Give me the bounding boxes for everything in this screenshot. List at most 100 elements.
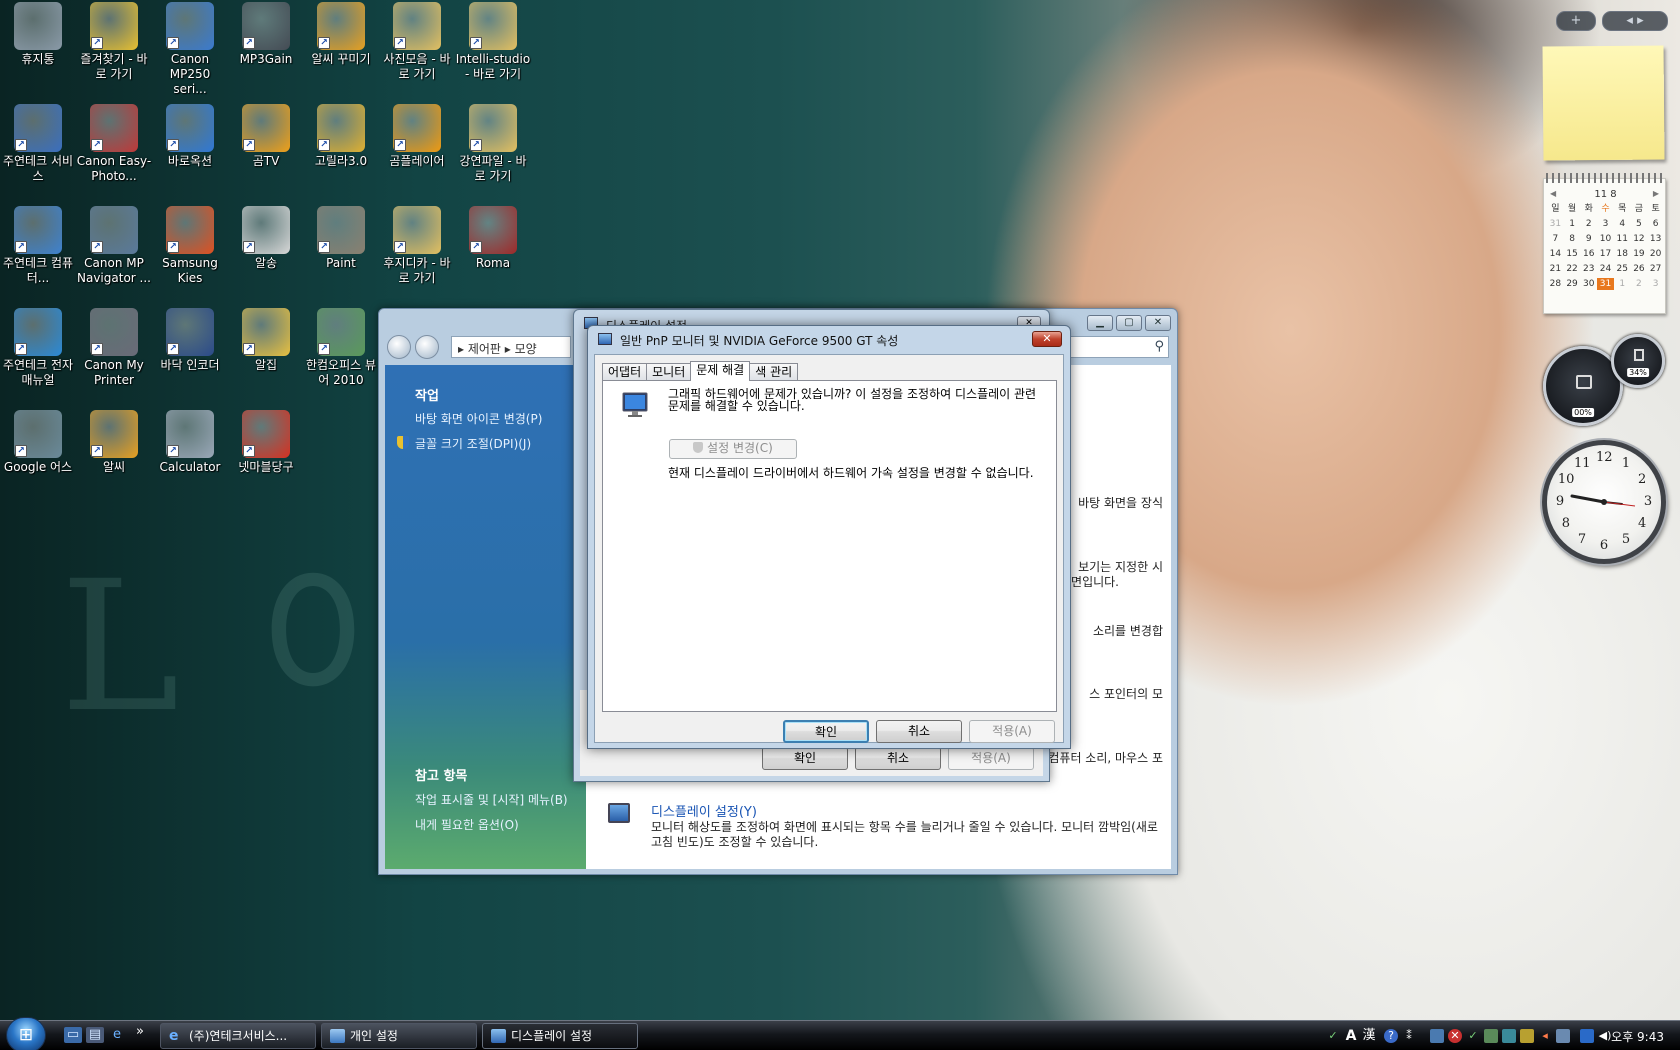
cancel-button[interactable]: 취소 [876,720,962,743]
update-tray-icon[interactable] [1484,1029,1498,1043]
calendar-day[interactable]: 20 [1647,248,1664,260]
driver-tray-icon[interactable] [1520,1029,1534,1043]
device-tray-icon[interactable] [1502,1029,1516,1043]
link-desktop-icons[interactable]: 바탕 화면 아이콘 변경(P) [415,410,542,427]
calendar-day[interactable]: 1 [1614,278,1631,290]
calendar-day[interactable]: 11 [1614,233,1631,245]
desktop-icon[interactable]: ↗ Canon My Printer [76,308,152,388]
calendar-day[interactable]: 7 [1547,233,1564,245]
calendar-day[interactable]: 15 [1564,248,1581,260]
calendar-day[interactable]: 17 [1597,248,1614,260]
link-taskbar[interactable]: 작업 표시줄 및 [시작] 메뉴(B) [415,791,568,808]
close-button[interactable]: ✕ [1032,331,1062,347]
taskbar-item-browser[interactable]: e (주)연테크서비스... [160,1023,316,1049]
apply-button[interactable]: 적용(A) [969,720,1055,743]
calendar-day[interactable]: 19 [1631,248,1648,260]
calendar-day[interactable]: 2 [1580,218,1597,230]
calendar-gadget[interactable]: ◀ 11 8 ▶ 일 월 화 수 목 금 토 31 1 2 3 4 5 6 7 8 9 10 11 12 13 14 15 1… [1543,173,1666,314]
desktop-icon[interactable]: ↗ 넷마블당구 [228,410,304,475]
desktop-icon[interactable]: ↗ 알집 [228,308,304,373]
calendar-day[interactable]: 14 [1547,248,1564,260]
desktop-icon[interactable]: ↗ 주연테크 전자 매뉴얼 [0,308,76,388]
ok-button[interactable]: 확인 [783,720,869,743]
calendar-day[interactable]: 21 [1547,263,1564,275]
desktop-icon[interactable]: ↗ 곰플레이어 [379,104,455,169]
calendar-day[interactable]: 27 [1647,263,1664,275]
taskbar-item-personalize[interactable]: 개인 설정 [321,1023,477,1049]
calendar-day[interactable]: 23 [1580,263,1597,275]
cpu-meter-gadget[interactable]: 00% 34% [1543,334,1665,426]
desktop-icon[interactable]: ↗ 곰TV [228,104,304,169]
desktop-icon[interactable]: ↗ 사진모음 - 바로 가기 [379,2,455,82]
desktop-icon[interactable]: ↗ Calculator [152,410,228,475]
minimize-button[interactable]: ▁ [1087,315,1113,331]
desktop-icon[interactable]: ↗ 후지디카 - 바로 가기 [379,206,455,286]
safely-remove-icon[interactable]: ◂ [1538,1029,1552,1043]
calendar-day[interactable]: 13 [1647,233,1664,245]
desktop-icon[interactable]: ↗ 고릴라3.0 [303,104,379,169]
search-box[interactable]: ⚲ [1069,336,1169,358]
desktop-icon[interactable]: ↗ Paint [303,206,379,271]
calendar-day[interactable]: 28 [1547,278,1564,290]
cancel-button[interactable]: 취소 [855,747,941,770]
display-settings-link[interactable]: 디스플레이 설정(Y) [651,801,757,820]
ime-options-icon[interactable]: ⁑ [1402,1029,1416,1043]
network-icon[interactable] [1580,1029,1594,1043]
calendar-day[interactable]: 22 [1564,263,1581,275]
back-button[interactable] [387,335,411,359]
desktop-icon[interactable]: 휴지통 [0,2,76,67]
calendar-day[interactable]: 1 [1564,218,1581,230]
desktop-icon[interactable]: ↗ Intelli-studio - 바로 가기 [455,2,531,82]
calendar-day[interactable]: 5 [1631,218,1648,230]
calendar-day[interactable]: 2 [1631,278,1648,290]
show-desktop-icon[interactable]: ▭ [64,1027,82,1043]
desktop-icon[interactable]: ↗ Canon MP250 seri... [152,2,228,97]
add-gadget-button[interactable]: + [1556,11,1596,31]
calendar-day[interactable]: 31 [1547,218,1564,230]
v3-tray-icon[interactable]: ✓ [1466,1029,1480,1043]
volume-icon[interactable]: ◀) [1598,1029,1612,1043]
ok-button[interactable]: 확인 [762,747,848,770]
calendar-day[interactable]: 10 [1597,233,1614,245]
printer-tray-icon[interactable] [1556,1029,1570,1043]
calendar-day[interactable]: 26 [1631,263,1648,275]
calendar-day[interactable]: 18 [1614,248,1631,260]
quicklaunch-more-button[interactable]: » [134,1024,146,1040]
tab-monitor[interactable]: 모니터 [646,363,692,381]
taskbar-item-display-settings[interactable]: 디스플레이 설정 [482,1023,638,1049]
desktop-icon[interactable]: ↗ MP3Gain [228,2,304,67]
calendar-day[interactable]: 25 [1614,263,1631,275]
tab-color-management[interactable]: 색 관리 [749,363,799,381]
taskbar-clock[interactable]: 오후 9:43 [1611,1028,1664,1045]
desktop-icon[interactable]: ↗ 알씨 [76,410,152,475]
desktop-icon[interactable]: ↗ 한컴오피스 뷰어 2010 [303,308,379,388]
calendar-day[interactable]: 30 [1580,278,1597,290]
desktop-icon[interactable]: ↗ Google 어스 [0,410,76,475]
clock-gadget[interactable]: 12 1 2 3 4 5 6 7 8 9 10 11 [1542,440,1666,564]
desktop-icon[interactable]: ↗ Canon Easy-Photo... [76,104,152,184]
desktop-icon[interactable]: ↗ 주연테크 컴퓨터... [0,206,76,286]
calendar-day[interactable]: 31 [1597,278,1614,290]
desktop-icon[interactable]: ↗ 알씨 꾸미기 [303,2,379,67]
desktop-icon[interactable]: ↗ Canon MP Navigator ... [76,206,152,286]
calendar-day[interactable]: 9 [1580,233,1597,245]
ime-hanja-icon[interactable]: 漢 [1362,1029,1376,1043]
forward-button[interactable] [415,335,439,359]
desktop-icon[interactable]: ↗ 바닥 인코더 [152,308,228,373]
calendar-day[interactable]: 3 [1597,218,1614,230]
calendar-day[interactable]: 3 [1647,278,1664,290]
desktop-icon[interactable]: ↗ 바로옥션 [152,104,228,169]
check-icon[interactable]: ✓ [1326,1029,1340,1043]
sidebar-nav-button[interactable]: ◂ ▸ [1602,11,1668,31]
desktop-icon[interactable]: ↗ 즐겨찾기 - 바로 가기 [76,2,152,82]
security-alert-icon[interactable]: ✕ [1448,1029,1462,1043]
network-tray-icon[interactable] [1430,1029,1444,1043]
calendar-day[interactable]: 29 [1564,278,1581,290]
desktop-icon[interactable]: ↗ Roma [455,206,531,271]
calendar-next-icon[interactable]: ▶ [1653,189,1659,198]
desktop-icon[interactable]: ↗ Samsung Kies [152,206,228,286]
close-button[interactable]: ✕ [1145,315,1171,331]
ime-mode-icon[interactable]: A [1344,1029,1358,1043]
maximize-button[interactable]: ▢ [1116,315,1142,331]
calendar-day[interactable]: 8 [1564,233,1581,245]
